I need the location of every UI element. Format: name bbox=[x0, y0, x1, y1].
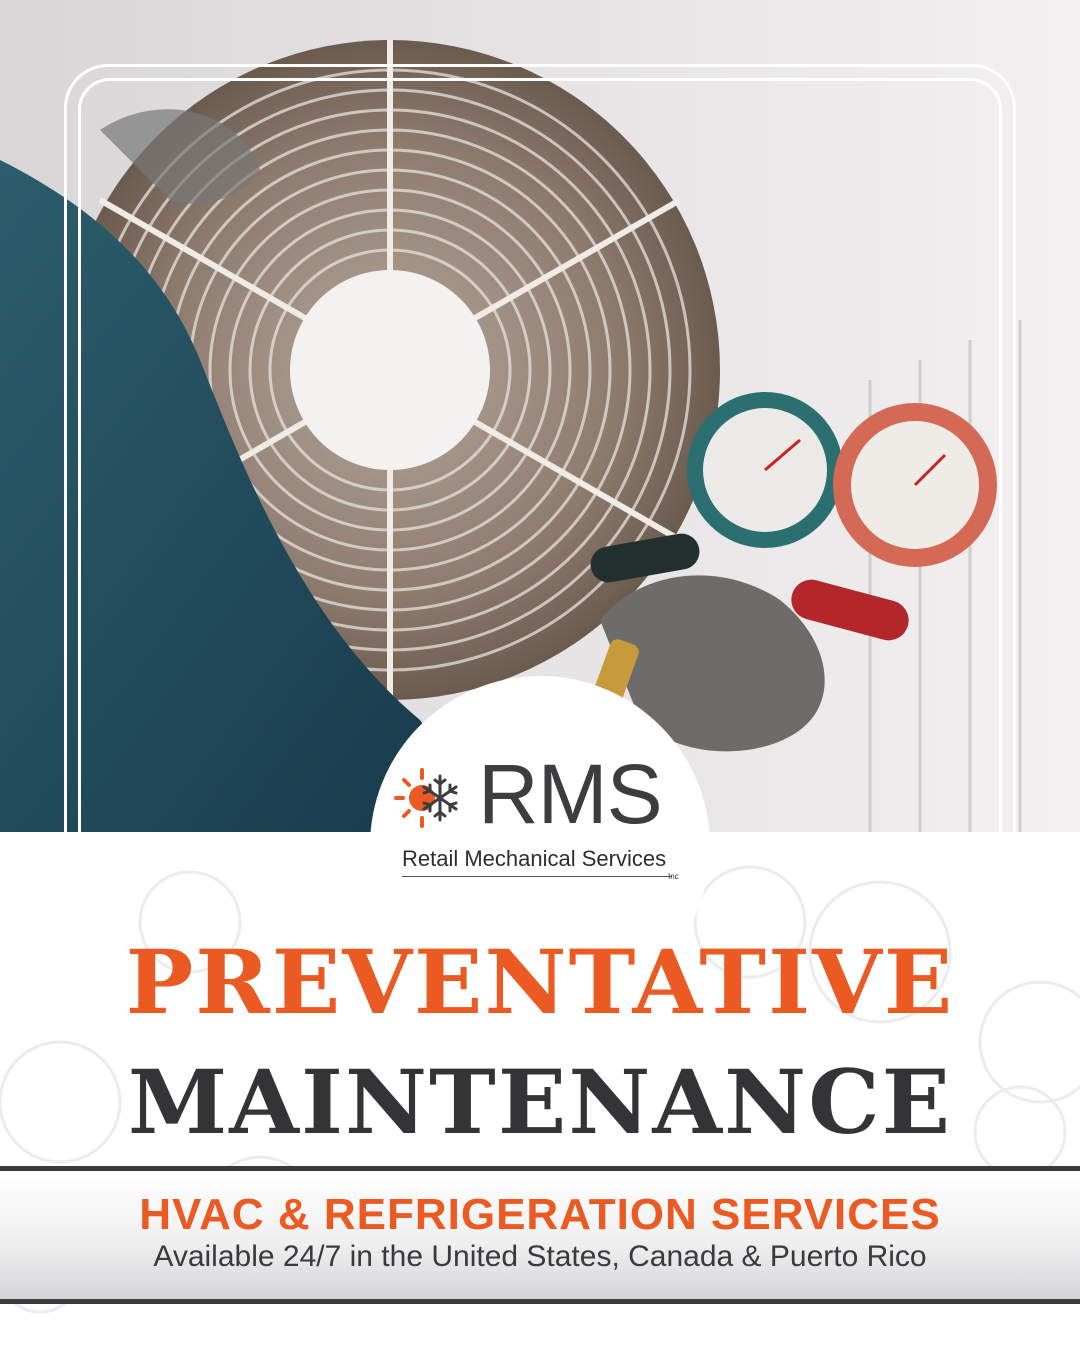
sun-icon bbox=[394, 768, 435, 828]
company-suffix: Inc bbox=[668, 872, 679, 881]
company-name: Retail Mechanical Services bbox=[402, 846, 667, 871]
headline-line-2: MAINTENANCE bbox=[127, 1050, 953, 1154]
headline-line-1: PREVENTATIVE bbox=[125, 930, 955, 1034]
availability-text: Available 24/7 in the United States, Can… bbox=[153, 1240, 927, 1273]
services-title: HVAC & REFRIGERATION SERVICES bbox=[139, 1190, 941, 1239]
sun-snowflake-logo-icon bbox=[394, 768, 458, 828]
logo-divider bbox=[402, 876, 672, 877]
company-logo: RMS Retail Mechanical Services Inc bbox=[392, 752, 692, 888]
logo-wordmark: RMS bbox=[478, 747, 663, 841]
